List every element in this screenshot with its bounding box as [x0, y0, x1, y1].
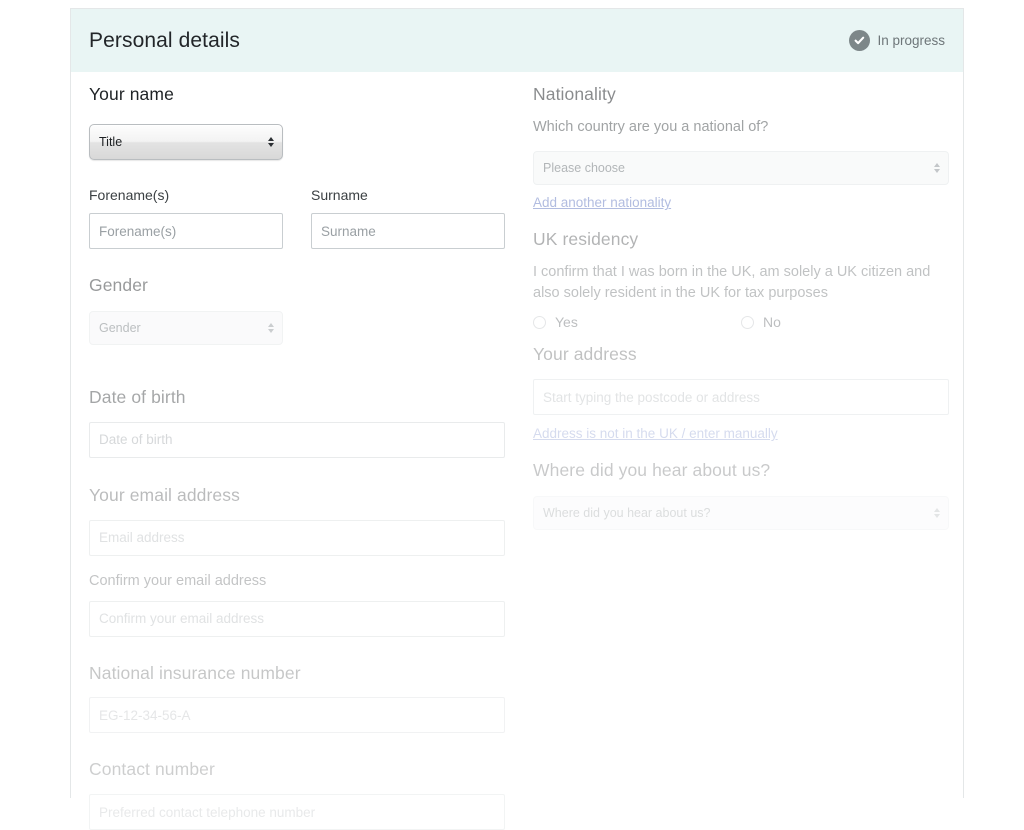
- hear-about-us-select[interactable]: Where did you hear about us?: [533, 496, 949, 531]
- address-input[interactable]: [533, 379, 949, 416]
- surname-input[interactable]: [311, 213, 505, 250]
- contact-number-heading: Contact number: [89, 759, 215, 780]
- contact-number-group: Contact number: [89, 759, 521, 830]
- page-root: Personal details In progress Your name T…: [0, 0, 1024, 830]
- address-group: Your address Address is not in the UK / …: [533, 344, 951, 443]
- email-input[interactable]: [89, 519, 505, 556]
- national-insurance-group: National insurance number: [89, 663, 521, 734]
- surname-field-group: Surname: [311, 186, 505, 250]
- uk-residency-option-no[interactable]: No: [741, 314, 781, 330]
- gender-group: Gender Gender: [89, 275, 521, 345]
- uk-residency-heading: UK residency: [533, 229, 639, 250]
- your-name-group: Your name Title Forename(s) Surname: [89, 84, 521, 250]
- confirm-email-input[interactable]: [89, 600, 505, 637]
- contact-number-input[interactable]: [89, 794, 505, 830]
- uk-residency-option-no-label: No: [763, 314, 781, 331]
- address-manual-link[interactable]: Address is not in the UK / enter manuall…: [533, 426, 778, 441]
- forename-field-group: Forename(s): [89, 186, 283, 250]
- uk-residency-option-yes[interactable]: Yes: [533, 314, 741, 330]
- gender-select-wrap[interactable]: Gender: [89, 310, 283, 345]
- date-of-birth-heading: Date of birth: [89, 386, 186, 407]
- uk-residency-radio-row: Yes No: [533, 314, 951, 330]
- national-insurance-input[interactable]: [89, 697, 505, 734]
- nationality-select-wrap[interactable]: Please choose: [533, 151, 949, 186]
- gender-heading: Gender: [89, 275, 148, 296]
- forename-label: Forename(s): [89, 186, 170, 203]
- national-insurance-heading: National insurance number: [89, 662, 301, 683]
- status-badge: In progress: [849, 30, 945, 51]
- forename-input[interactable]: [89, 213, 283, 250]
- status-label: In progress: [877, 33, 945, 48]
- radio-circle-icon: [533, 315, 546, 329]
- surname-label: Surname: [311, 186, 368, 203]
- card-header: Personal details In progress: [71, 9, 963, 72]
- left-column: Your name Title Forename(s) Surname: [89, 80, 521, 830]
- title-select[interactable]: Title: [89, 123, 283, 160]
- add-another-nationality-link[interactable]: Add another nationality: [533, 195, 671, 210]
- hear-about-us-heading: Where did you hear about us?: [533, 460, 771, 481]
- page-title: Personal details: [89, 28, 241, 52]
- title-select-wrap[interactable]: Title: [89, 123, 283, 160]
- date-of-birth-group: Date of birth: [89, 387, 521, 458]
- nationality-heading: Nationality: [533, 84, 616, 104]
- email-heading: Your email address: [89, 484, 240, 505]
- nationality-group: Nationality Which country are you a nati…: [533, 84, 951, 212]
- hear-about-us-select-wrap[interactable]: Where did you hear about us?: [533, 496, 949, 531]
- confirm-email-label: Confirm your email address: [89, 572, 267, 589]
- email-group: Your email address Confirm your email ad…: [89, 485, 521, 637]
- right-column: Nationality Which country are you a nati…: [533, 80, 951, 531]
- your-name-heading: Your name: [89, 84, 174, 104]
- date-of-birth-input[interactable]: [89, 421, 505, 458]
- personal-details-card: Personal details In progress Your name T…: [70, 8, 964, 830]
- uk-residency-group: UK residency I confirm that I was born i…: [533, 229, 951, 330]
- name-fields-row: Forename(s) Surname: [89, 186, 521, 250]
- uk-residency-statement: I confirm that I was born in the UK, am …: [533, 264, 931, 301]
- nationality-select[interactable]: Please choose: [533, 151, 949, 186]
- radio-circle-icon: [741, 315, 754, 329]
- check-circle-icon: [849, 30, 871, 51]
- address-heading: Your address: [533, 344, 637, 365]
- hear-about-us-group: Where did you hear about us? Where did y…: [533, 460, 951, 531]
- nationality-question: Which country are you a national of?: [533, 118, 769, 135]
- gender-select[interactable]: Gender: [89, 310, 283, 345]
- uk-residency-option-yes-label: Yes: [555, 314, 578, 331]
